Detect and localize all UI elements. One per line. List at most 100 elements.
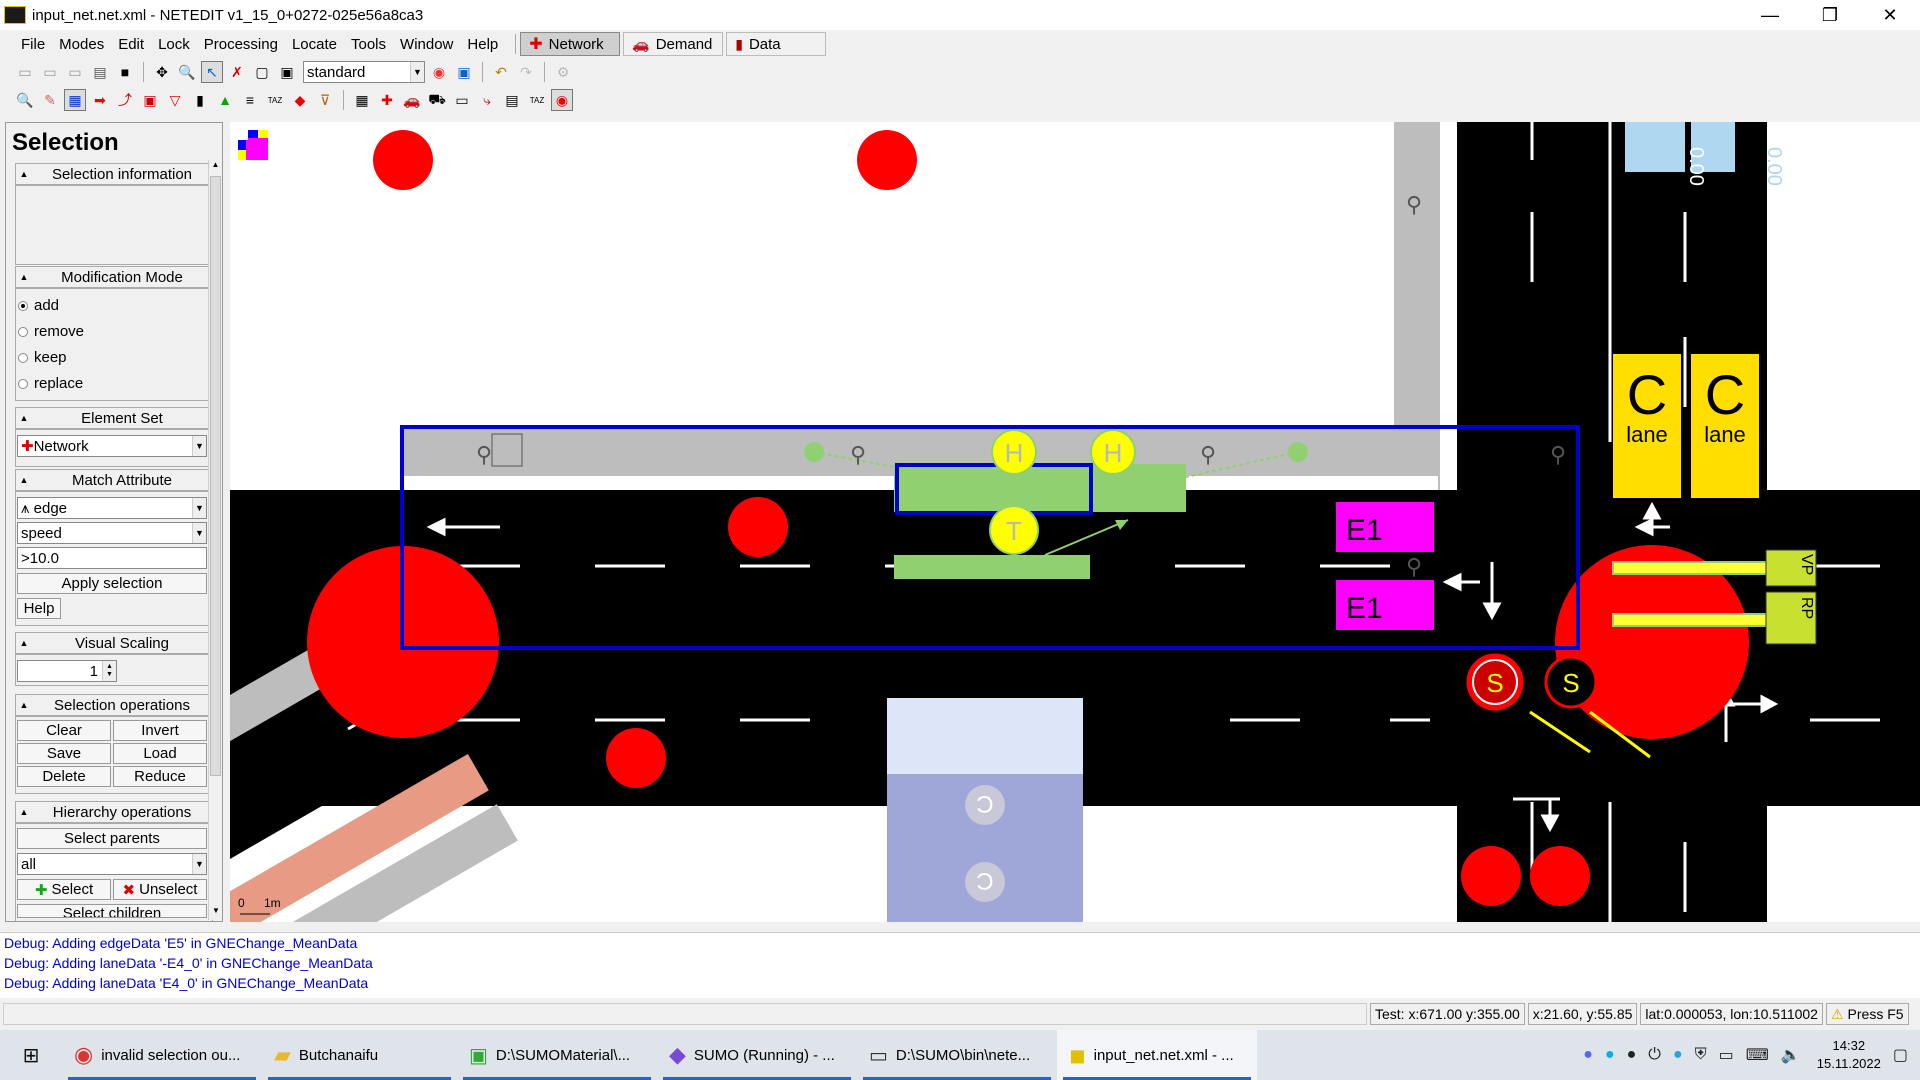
delete-mode-icon[interactable]: ✗ (226, 61, 248, 83)
mode-replace-radio[interactable]: replace (18, 375, 83, 392)
volume-icon[interactable]: 🔈 (1781, 1045, 1801, 1065)
security-icon[interactable]: ⛨ (1695, 1046, 1707, 1064)
message-log[interactable]: Debug: Adding edgeData 'E5' in GNEChange… (0, 932, 1920, 998)
start-button[interactable]: ⊞ (0, 1030, 62, 1080)
wire-icon[interactable]: ⊽ (314, 89, 336, 111)
preset-icon[interactable]: ▣ (276, 61, 298, 83)
visual-scaling-header[interactable]: ▲ Visual Scaling (15, 632, 213, 654)
spinner-icon[interactable]: ▲ ▼ (102, 661, 116, 681)
access-point[interactable] (1288, 442, 1308, 462)
taskbar-item-visual-studio[interactable]: ◆ SUMO (Running) - ... (657, 1030, 857, 1080)
skype-icon[interactable]: ● (1605, 1046, 1615, 1064)
match-value-input[interactable]: >10.0 (17, 547, 207, 569)
notification-icon[interactable]: ▢ (1893, 1045, 1908, 1065)
network-canvas[interactable]: C C H H T ⚲ ⚲ ⚲ ⚲ ⚲ ⚲ E1 E1 C lane C lan… (230, 122, 1920, 922)
apply-selection-button[interactable]: Apply selection (17, 573, 207, 594)
taz-edit-icon[interactable]: TAZ (526, 89, 548, 111)
move-icon[interactable]: ➡ (89, 89, 111, 111)
create-edge-icon[interactable]: ⤴ (114, 89, 136, 111)
vehicles-icon[interactable]: ⛟ (426, 89, 448, 111)
record-icon[interactable]: ◉ (551, 89, 573, 111)
element-set-select[interactable]: ✚Network ▼ (17, 435, 207, 457)
load-button[interactable]: Load (113, 743, 207, 764)
select-area-icon[interactable]: ▦ (64, 89, 86, 111)
scrollbar-thumb[interactable] (210, 176, 221, 776)
telegram-icon[interactable]: ● (1673, 1046, 1683, 1064)
delete-button[interactable]: Delete (17, 766, 111, 787)
panel-scrollbar[interactable]: ▲ ▼ (208, 160, 222, 920)
inspect-mode-icon[interactable]: ✥ (151, 61, 173, 83)
taskbar-item-app[interactable]: ▣ D:\SUMOMaterial\... (457, 1030, 657, 1080)
element-set-header[interactable]: ▲ Element Set (15, 407, 213, 429)
inspect-icon[interactable]: 🔍 (14, 89, 36, 111)
select-mode-icon[interactable]: ↖ (201, 61, 223, 83)
locate-icon[interactable]: 🔍 (176, 61, 198, 83)
route-icon[interactable]: ⤷ (476, 89, 498, 111)
scroll-up-icon[interactable]: ▲ (209, 160, 222, 174)
junction-icon[interactable]: ✚ (376, 89, 398, 111)
selection-information-header[interactable]: ▲ Selection information (15, 163, 213, 185)
comment-icon[interactable]: ▢ (251, 61, 273, 83)
undo-icon[interactable]: ↶ (490, 61, 512, 83)
match-type-select[interactable]: ⩚ edge ▼ (17, 497, 207, 519)
menu-edit[interactable]: Edit (111, 36, 151, 53)
unselect-button[interactable]: ✖ Unselect (113, 879, 207, 900)
menu-help[interactable]: Help (460, 36, 505, 53)
taskbar-item-folder[interactable]: ▰ Butchanaifu (262, 1030, 457, 1080)
save-button[interactable]: Save (17, 743, 111, 764)
taskbar-item-netedit[interactable]: ◼ input_net.net.xml - ... (1057, 1030, 1257, 1080)
help-button[interactable]: Help (17, 598, 61, 619)
network-view[interactable]: C C H H T ⚲ ⚲ ⚲ ⚲⚲⚲ E1 E1 C lane C lane … (230, 122, 1920, 922)
supermode-data-button[interactable]: ▮ Data (726, 32, 827, 56)
close-button[interactable]: ✕ (1860, 0, 1920, 30)
scroll-down-icon[interactable]: ▼ (209, 906, 222, 920)
invert-button[interactable]: Invert (113, 720, 207, 741)
discord-icon[interactable]: ● (1583, 1046, 1593, 1064)
match-attribute-header[interactable]: ▲ Match Attribute (15, 469, 213, 491)
menu-modes[interactable]: Modes (52, 36, 111, 53)
open-network-icon[interactable]: ▭ (39, 61, 61, 83)
select-button[interactable]: ✚ Select (17, 879, 111, 900)
menu-tools[interactable]: Tools (344, 36, 393, 53)
maximize-button[interactable]: ❐ (1800, 0, 1860, 30)
menu-window[interactable]: Window (393, 36, 460, 53)
menu-processing[interactable]: Processing (197, 36, 285, 53)
mode-remove-radio[interactable]: remove (18, 323, 84, 340)
view-scheme-select[interactable]: standard ▼ (303, 61, 425, 83)
selection-operations-header[interactable]: ▲ Selection operations (15, 694, 213, 716)
bus-stop[interactable] (894, 464, 1090, 512)
minimize-button[interactable]: — (1740, 0, 1800, 30)
mode-keep-radio[interactable]: keep (18, 349, 67, 366)
save-network-icon[interactable]: ▭ (64, 61, 86, 83)
mode-add-radio[interactable]: add (18, 297, 59, 314)
train-stop[interactable] (894, 555, 1090, 579)
detector-icon[interactable]: ▤ (501, 89, 523, 111)
taskbar-item-terminal[interactable]: ▭ D:\SUMO\bin\nete... (857, 1030, 1057, 1080)
power-icon[interactable]: ⏻ (1648, 1046, 1661, 1064)
modification-mode-header[interactable]: ▲ Modification Mode (15, 266, 213, 288)
save-all-icon[interactable]: ■ (114, 61, 136, 83)
network-tray-icon[interactable]: ⌨ (1746, 1045, 1769, 1065)
save-as-icon[interactable]: ▤ (89, 61, 111, 83)
color-wheel-icon[interactable]: ◉ (428, 61, 450, 83)
hierarchy-operations-header[interactable]: ▲ Hierarchy operations (15, 801, 213, 823)
menu-file[interactable]: File (14, 36, 52, 53)
prohibition-icon[interactable]: ▽ (164, 89, 186, 111)
press-f5-hint[interactable]: ⚠ Press F5 (1825, 1003, 1909, 1025)
taz-icon[interactable]: TAZ (264, 89, 286, 111)
vehicle-icon[interactable]: 🚗 (401, 89, 423, 111)
screenshot-icon[interactable]: ▣ (453, 61, 475, 83)
match-attr-select[interactable]: speed ▼ (17, 522, 207, 544)
access-point[interactable] (804, 442, 824, 462)
supermode-network-button[interactable]: ✚ Network (520, 32, 621, 56)
hierarchy-filter-select[interactable]: all ▼ (17, 853, 207, 875)
clear-button[interactable]: Clear (17, 720, 111, 741)
new-network-icon[interactable]: ▭ (14, 61, 36, 83)
redo-icon[interactable]: ↷ (515, 61, 537, 83)
stop-icon[interactable]: ▭ (451, 89, 473, 111)
grid-icon[interactable]: ▦ (351, 89, 373, 111)
crossing-icon[interactable]: ≡ (239, 89, 261, 111)
clock[interactable]: 14:32 15.11.2022 (1817, 1037, 1881, 1073)
polygon-icon[interactable]: ◆ (289, 89, 311, 111)
settings-icon[interactable]: ⚙ (552, 61, 574, 83)
